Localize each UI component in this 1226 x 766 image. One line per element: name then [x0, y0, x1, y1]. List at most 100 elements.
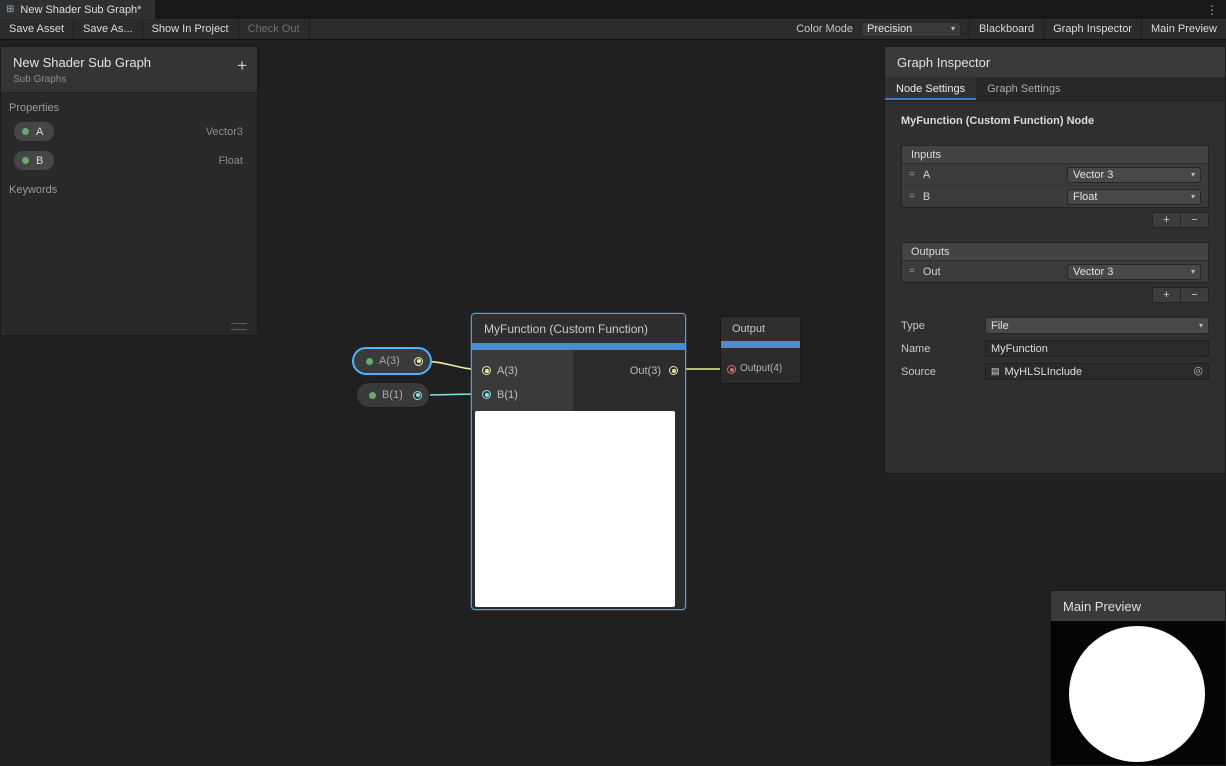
chevron-down-icon: ▾ [1187, 171, 1195, 179]
shader-graph-icon: ⊞ [6, 5, 14, 15]
node-title-bar[interactable]: MyFunction (Custom Function) [472, 314, 685, 343]
exposed-dot-icon [22, 157, 29, 164]
property-type: Vector3 [206, 126, 243, 138]
tab-graph-settings[interactable]: Graph Settings [976, 77, 1071, 100]
shader-graph-window: ⊞ New Shader Sub Graph* ⋮ Save Asset Sav… [0, 0, 1226, 766]
input-row-b[interactable]: = B Float ▾ [902, 185, 1208, 207]
keywords-section-label: Keywords [1, 175, 257, 199]
property-type: Float [219, 155, 243, 167]
property-row-b[interactable]: B Float [1, 146, 257, 175]
blackboard-header[interactable]: New Shader Sub Graph Sub Graphs + [1, 47, 257, 93]
color-mode-value: Precision [867, 23, 912, 35]
drag-handle-icon[interactable]: = [909, 191, 915, 202]
graph-inspector-toggle-button[interactable]: Graph Inspector [1043, 19, 1141, 39]
output-input-port-icon[interactable] [727, 365, 736, 374]
save-asset-button[interactable]: Save Asset [0, 19, 74, 39]
input-row-a[interactable]: = A Vector 3 ▾ [902, 164, 1208, 185]
exposed-dot-icon [369, 392, 376, 399]
window-menu-dots-icon[interactable]: ⋮ [1198, 0, 1226, 19]
blackboard-toggle-button[interactable]: Blackboard [969, 19, 1043, 39]
inspector-tab-bar: Node Settings Graph Settings [885, 77, 1225, 101]
remove-input-button[interactable]: − [1180, 213, 1208, 227]
node-accent-bar [472, 343, 685, 350]
source-field-row: Source ▤ MyHLSLInclude ◎ [901, 363, 1209, 380]
preview-sphere [1069, 626, 1205, 762]
output-port-out-icon[interactable] [669, 366, 678, 375]
output-row-out[interactable]: = Out Vector 3 ▾ [902, 261, 1208, 282]
inputs-group: Inputs = A Vector 3 ▾ = B Float ▾ [901, 145, 1209, 208]
drag-handle-icon[interactable]: = [909, 266, 915, 277]
property-pill[interactable]: A [13, 121, 55, 142]
type-label: Type [901, 320, 985, 332]
property-name: B [36, 155, 43, 167]
node-title: MyFunction (Custom Function) [484, 322, 648, 336]
outputs-group: Outputs = Out Vector 3 ▾ [901, 242, 1209, 283]
input-name: A [923, 169, 930, 181]
property-a-output-port-icon[interactable] [414, 357, 423, 366]
input-port-a-icon[interactable] [482, 366, 491, 375]
type-dropdown[interactable]: File ▾ [985, 317, 1209, 334]
output-out-type-dropdown[interactable]: Vector 3 ▾ [1067, 264, 1201, 280]
inputs-group-header: Inputs [902, 146, 1208, 164]
show-in-project-button[interactable]: Show In Project [143, 19, 239, 39]
main-preview-toggle-button[interactable]: Main Preview [1141, 19, 1226, 39]
output-name: Out [923, 266, 941, 278]
blackboard-panel: New Shader Sub Graph Sub Graphs + Proper… [0, 46, 258, 336]
property-pill[interactable]: B [13, 150, 55, 171]
input-a-type-dropdown[interactable]: Vector 3 ▾ [1067, 167, 1201, 183]
input-b-type-value: Float [1073, 191, 1097, 203]
node-accent-bar [721, 341, 800, 348]
property-node-a[interactable]: A(3) [352, 347, 432, 375]
property-b-output-port-icon[interactable] [413, 391, 422, 400]
properties-section-label: Properties [1, 93, 257, 117]
resize-handle-icon[interactable] [231, 323, 247, 330]
main-preview-body [1051, 621, 1225, 765]
add-property-button[interactable]: + [237, 57, 247, 74]
add-input-button[interactable]: + [1153, 213, 1180, 227]
type-value: File [991, 320, 1009, 332]
blackboard-title: New Shader Sub Graph [13, 55, 245, 70]
remove-output-button[interactable]: − [1180, 288, 1208, 302]
graph-inspector-panel: Graph Inspector Node Settings Graph Sett… [884, 46, 1226, 474]
input-port-b-icon[interactable] [482, 390, 491, 399]
source-value: MyHLSLInclude [1005, 366, 1083, 378]
color-mode-dropdown[interactable]: Precision ▾ [861, 22, 961, 37]
name-field[interactable] [985, 340, 1209, 357]
color-mode-label: Color Mode [788, 19, 861, 39]
tab-title: New Shader Sub Graph* [20, 4, 141, 16]
node-title-bar[interactable]: Output [721, 317, 800, 341]
input-name: B [923, 191, 930, 203]
output-port-label: Output(4) [740, 363, 782, 374]
add-output-button[interactable]: + [1153, 288, 1180, 302]
outputs-add-remove: + − [901, 287, 1209, 303]
tab-new-shader-sub-graph[interactable]: ⊞ New Shader Sub Graph* [0, 0, 155, 19]
custom-function-node[interactable]: MyFunction (Custom Function) A(3) B(1) O… [471, 313, 686, 610]
file-icon: ▤ [991, 367, 1000, 376]
graph-inspector-header[interactable]: Graph Inspector [885, 47, 1225, 77]
tab-bar: ⊞ New Shader Sub Graph* ⋮ [0, 0, 1226, 19]
input-port-a-label: A(3) [497, 365, 518, 377]
type-field-row: Type File ▾ [901, 317, 1209, 334]
exposed-dot-icon [22, 128, 29, 135]
property-node-b[interactable]: B(1) [356, 382, 430, 408]
source-label: Source [901, 366, 985, 378]
object-picker-icon[interactable]: ◎ [1193, 366, 1203, 377]
property-row-a[interactable]: A Vector3 [1, 117, 257, 146]
selected-node-title: MyFunction (Custom Function) Node [901, 115, 1209, 127]
output-port-label: Out(3) [630, 365, 661, 377]
input-b-type-dropdown[interactable]: Float ▾ [1067, 189, 1201, 205]
output-node[interactable]: Output Output(4) [720, 316, 801, 384]
function-fields: Type File ▾ Name Source ▤ MyHLSLInclude [901, 317, 1209, 380]
input-port-b-label: B(1) [497, 389, 518, 401]
save-as-button[interactable]: Save As... [74, 19, 143, 39]
input-a-type-value: Vector 3 [1073, 169, 1113, 181]
inspector-body: MyFunction (Custom Function) Node Inputs… [885, 101, 1225, 386]
node-preview-area [475, 411, 675, 607]
source-object-field[interactable]: ▤ MyHLSLInclude ◎ [985, 363, 1209, 380]
blackboard-subtitle: Sub Graphs [13, 74, 245, 85]
main-preview-header[interactable]: Main Preview [1051, 591, 1225, 621]
drag-handle-icon[interactable]: = [909, 169, 915, 180]
graph-toolbar: Save Asset Save As... Show In Project Ch… [0, 19, 1226, 40]
tab-node-settings[interactable]: Node Settings [885, 77, 976, 100]
chevron-down-icon: ▾ [1195, 322, 1203, 330]
